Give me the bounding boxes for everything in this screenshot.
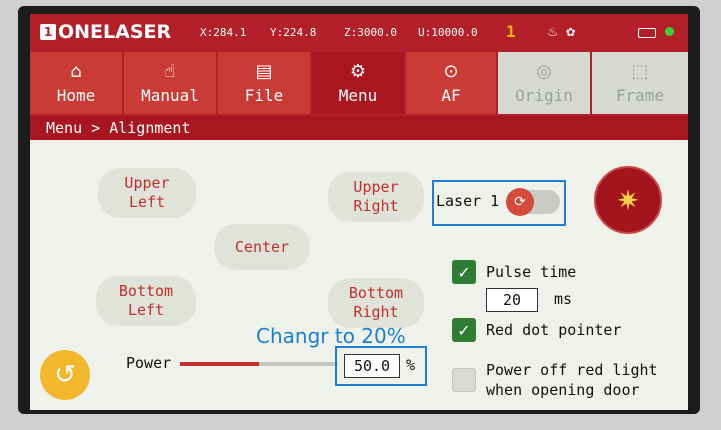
y-coordinate: Y:224.8 bbox=[270, 26, 317, 39]
upper-left-button[interactable]: Upper Left bbox=[98, 168, 196, 218]
tab-home[interactable]: ⌂ Home bbox=[30, 52, 124, 114]
power-slider[interactable] bbox=[180, 362, 338, 366]
pulse-time-checkbox[interactable]: ✓ bbox=[452, 260, 476, 284]
battery-icon bbox=[638, 28, 656, 38]
logo-badge: 1 bbox=[40, 24, 56, 40]
frame-icon: ⬚ bbox=[631, 60, 649, 82]
main-tab-bar: ⌂ Home ☝ Manual ▤ File ⚙ Menu ⊙ AF ◎ Ori… bbox=[30, 50, 688, 116]
tab-label: Manual bbox=[141, 85, 199, 105]
annotation-note: Changr to 20% bbox=[256, 324, 406, 348]
home-icon: ⌂ bbox=[70, 60, 82, 82]
switch-icon: ⟳ bbox=[506, 188, 534, 216]
power-off-red-light-checkbox[interactable] bbox=[452, 368, 476, 392]
power-slider-fill bbox=[180, 362, 259, 366]
brand-logo: 1 ONELASER bbox=[40, 20, 171, 44]
check-icon: ✓ bbox=[457, 262, 471, 282]
warning-count[interactable]: 1 bbox=[506, 22, 516, 41]
center-button[interactable]: Center bbox=[214, 224, 310, 270]
tab-label: Menu bbox=[338, 85, 378, 105]
power-label: Power bbox=[126, 354, 172, 372]
laser-toggle[interactable]: ⟳ bbox=[506, 188, 560, 216]
connection-status-icon bbox=[665, 27, 674, 36]
tab-file[interactable]: ▤ File bbox=[218, 52, 312, 114]
laser-label: Laser 1 bbox=[436, 192, 500, 210]
undo-icon: ↺ bbox=[54, 360, 76, 390]
laser-burst-icon: ✷ bbox=[616, 183, 640, 217]
tab-label: Home bbox=[56, 85, 96, 105]
fan-icon: ♨ ✿ bbox=[548, 22, 576, 40]
pulse-time-unit: ms bbox=[554, 290, 573, 308]
tab-label: Frame bbox=[615, 85, 665, 105]
tab-label: File bbox=[244, 85, 284, 105]
z-coordinate: Z:3000.0 bbox=[344, 26, 397, 39]
tab-menu[interactable]: ⚙ Menu bbox=[312, 52, 406, 114]
power-off-red-light-label: Power off red light when opening door bbox=[486, 361, 658, 399]
bottom-right-button[interactable]: Bottom Right bbox=[328, 278, 424, 328]
breadcrumb: Menu > Alignment bbox=[30, 116, 688, 140]
upper-right-button[interactable]: Upper Right bbox=[328, 172, 424, 222]
laser-fire-button[interactable]: ✷ bbox=[594, 166, 662, 234]
status-bar: 1 ONELASER X:284.1 Y:224.8 Z:3000.0 U:10… bbox=[30, 14, 688, 50]
tab-frame[interactable]: ⬚ Frame bbox=[592, 52, 688, 114]
touch-screen: 1 ONELASER X:284.1 Y:224.8 Z:3000.0 U:10… bbox=[30, 14, 688, 410]
autofocus-icon: ⊙ bbox=[443, 60, 459, 82]
tab-label: AF bbox=[441, 85, 461, 105]
hand-icon: ☝ bbox=[164, 60, 176, 82]
back-button[interactable]: ↺ bbox=[40, 350, 90, 400]
power-unit: % bbox=[406, 356, 416, 374]
logo-text: ONELASER bbox=[58, 21, 172, 43]
file-icon: ▤ bbox=[255, 60, 273, 82]
gear-icon: ⚙ bbox=[349, 60, 367, 82]
power-input[interactable]: 50.0 bbox=[344, 354, 400, 378]
check-icon: ✓ bbox=[457, 320, 471, 340]
tab-label: Origin bbox=[515, 85, 573, 105]
x-coordinate: X:284.1 bbox=[200, 26, 247, 39]
pulse-time-input[interactable]: 20 bbox=[486, 288, 538, 312]
tab-origin[interactable]: ◎ Origin bbox=[498, 52, 592, 114]
tab-af[interactable]: ⊙ AF bbox=[406, 52, 498, 114]
red-dot-checkbox[interactable]: ✓ bbox=[452, 318, 476, 342]
location-pin-icon: ◎ bbox=[536, 60, 552, 82]
pulse-time-label: Pulse time bbox=[486, 263, 577, 281]
red-dot-label: Red dot pointer bbox=[486, 321, 622, 339]
u-coordinate: U:10000.0 bbox=[418, 26, 478, 39]
tab-manual[interactable]: ☝ Manual bbox=[124, 52, 218, 114]
bottom-left-button[interactable]: Bottom Left bbox=[96, 276, 196, 326]
